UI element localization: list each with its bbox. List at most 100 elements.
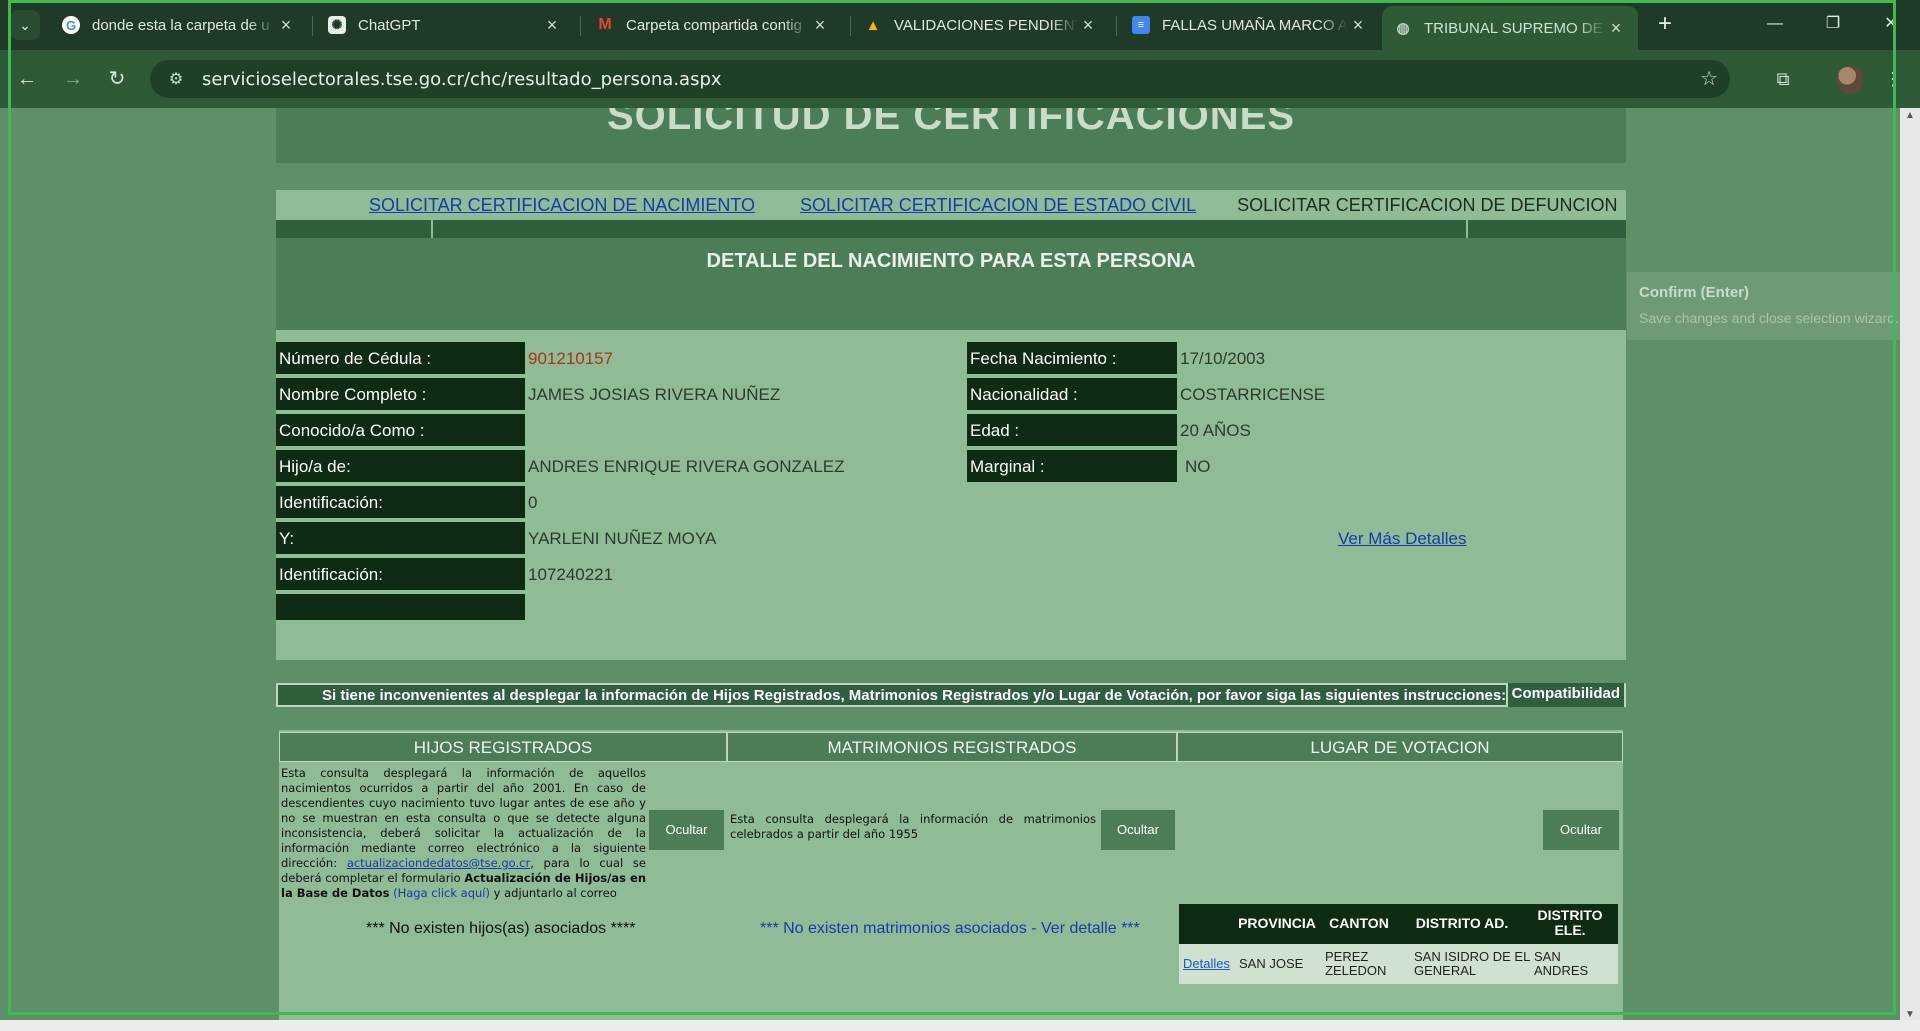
value-nombre: JAMES JOSIAS RIVERA NUÑEZ (528, 385, 781, 404)
col-distrito-ad: DISTRITO AD. (1415, 915, 1509, 931)
detail-title: DETALLE DEL NACIMIENTO PARA ESTA PERSONA (706, 250, 1196, 272)
click-here-link[interactable]: (Haga click aquí) (393, 886, 490, 900)
ver-mas-detalles-link[interactable]: Ver Más Detalles (1338, 529, 1467, 549)
close-icon[interactable]: × (1078, 15, 1098, 36)
value-marginal: NO (1185, 457, 1211, 476)
tab-separator (1116, 16, 1117, 36)
page-title: SOLICITUD DE CERTIFICACIONES (606, 108, 1296, 138)
plus-icon: + (1657, 10, 1672, 37)
tab-docs[interactable]: ≡ FALLAS UMAÑA MARCO A × (1120, 6, 1380, 44)
ocultar-hijos-button[interactable]: Ocultar (649, 810, 724, 850)
label-edad: Edad : (967, 414, 1177, 446)
tab-tribunal-active[interactable]: ◍ TRIBUNAL SUPREMO DE E × (1382, 6, 1638, 50)
docs-icon: ≡ (1132, 16, 1150, 34)
reload-button[interactable]: ↻ (102, 64, 132, 94)
star-icon[interactable]: ☆ (1700, 66, 1718, 91)
compatibility-bar: Si tiene inconvenientes al desplegar la … (276, 683, 1626, 707)
chatgpt-icon: ✺ (328, 16, 346, 34)
cell-distrito-ele: SAN ANDRES (1534, 949, 1589, 978)
tab-title: donde esta la carpeta de u (92, 16, 270, 34)
hijos-text-3: y adjuntarlo al correo (493, 886, 617, 900)
cell-provincia: SAN JOSE (1239, 956, 1304, 971)
close-icon[interactable]: × (542, 15, 562, 36)
url-text[interactable]: servicioselectorales.tse.go.cr/chc/resul… (202, 69, 722, 90)
label-nombre: Nombre Completo : (276, 378, 525, 410)
address-bar[interactable]: ⚙ servicioselectorales.tse.go.cr/chc/res… (150, 60, 1730, 98)
close-icon: ✕ (1884, 15, 1898, 32)
label-marginal: Marginal : (967, 450, 1177, 482)
col-distrito-ele: DISTRITO ELE. (1537, 907, 1603, 938)
col-provincia: PROVINCIA (1238, 915, 1316, 931)
link-defuncion: SOLICITAR CERTIFICACION DE DEFUNCION (1237, 194, 1618, 215)
tab-strip: ⌄ G donde esta la carpeta de u × ✺ ChatG… (0, 0, 1920, 50)
votacion-table-header: PROVINCIA CANTON DISTRITO AD. DISTRITO E… (1179, 904, 1618, 944)
close-icon[interactable]: × (1606, 18, 1626, 39)
cell-canton: PEREZ ZELEDON (1325, 949, 1387, 978)
no-hijos-text: *** No existen hijos(as) asociados **** (366, 920, 636, 937)
value-nacionalidad: COSTARRICENSE (1180, 385, 1326, 404)
tab-title: VALIDACIONES PENDIENTE (894, 16, 1078, 34)
link-estado-civil[interactable]: SOLICITAR CERTIFICACION DE ESTADO CIVIL (800, 195, 1196, 216)
close-icon[interactable]: × (1348, 15, 1368, 36)
label-identificacion-padre: Identificación: (276, 486, 525, 518)
google-icon: G (62, 16, 80, 34)
menu-icon[interactable]: ⋮ (1880, 66, 1906, 92)
tab-gmail[interactable]: M Carpeta compartida contig × (584, 6, 842, 44)
confirm-tooltip: Confirm (Enter) Save changes and close s… (1627, 272, 1910, 340)
tab-title: ChatGPT (358, 16, 421, 34)
detalles-link[interactable]: Detalles (1183, 956, 1230, 971)
value-identificacion-padre: 0 (528, 493, 538, 512)
back-button[interactable]: ← (12, 64, 42, 94)
tab-google[interactable]: G donde esta la carpeta de u × (50, 6, 308, 44)
browser-chrome: ⌄ G donde esta la carpeta de u × ✺ ChatG… (0, 0, 1920, 108)
no-matrimonios-text[interactable]: *** No existen matrimonios asociados - V… (760, 920, 1140, 938)
divider (1466, 220, 1468, 238)
value-madre: YARLENI NUÑEZ MOYA (528, 529, 717, 548)
drive-icon: ▲ (865, 16, 881, 34)
tab-drive[interactable]: ▲ VALIDACIONES PENDIENTE × (852, 6, 1110, 44)
avatar[interactable] (1836, 66, 1864, 94)
tab-separator (312, 16, 313, 36)
page-banner: SOLICITUD DE CERTIFICACIONES (276, 108, 1626, 163)
new-tab-button[interactable]: + (1650, 10, 1680, 40)
divider-bar (276, 220, 1626, 238)
link-nacimiento[interactable]: SOLICITAR CERTIFICACION DE NACIMIENTO (369, 195, 755, 216)
value-cedula: 901210157 (528, 349, 614, 368)
col-canton: CANTON (1329, 915, 1389, 931)
gmail-icon: M (598, 16, 612, 33)
tooltip-title: Confirm (Enter) (1639, 284, 1749, 301)
tab-title: Carpeta compartida contig (626, 16, 802, 34)
matrimonios-header: MATRIMONIOS REGISTRADOS (727, 732, 1177, 762)
site-info-icon[interactable]: ⚙ (164, 67, 188, 91)
detail-header: DETALLE DEL NACIMIENTO PARA ESTA PERSONA (276, 238, 1626, 330)
tab-search-button[interactable]: ⌄ (10, 10, 40, 40)
compatibility-button[interactable]: Compatibilidad (1505, 683, 1624, 707)
value-edad: 20 AÑOS (1180, 421, 1251, 440)
label-fecha-nacimiento: Fecha Nacimiento : (967, 342, 1177, 374)
tab-chatgpt[interactable]: ✺ ChatGPT × (316, 6, 574, 44)
ocultar-matrimonios-button[interactable]: Ocultar (1101, 810, 1175, 850)
restore-button[interactable]: ❐ (1808, 8, 1858, 40)
scroll-up-icon[interactable]: ▲ (1900, 108, 1920, 124)
label-nacionalidad: Nacionalidad : (967, 378, 1177, 410)
tab-separator (580, 16, 581, 36)
label-conocido: Conocido/a Como : (276, 414, 525, 446)
forward-button[interactable]: → (58, 64, 88, 94)
value-padre: ANDRES ENRIQUE RIVERA GONZALEZ (528, 457, 845, 476)
close-window-button[interactable]: ✕ (1866, 8, 1916, 40)
tab-title: FALLAS UMAÑA MARCO A (1162, 16, 1348, 34)
value-identificacion-madre: 107240221 (528, 565, 614, 584)
ocultar-votacion-button[interactable]: Ocultar (1543, 810, 1619, 850)
certificate-nav: SOLICITAR CERTIFICACION DE NACIMIENTO SO… (276, 190, 1626, 220)
extensions-icon[interactable]: ⧉ (1770, 66, 1796, 92)
close-icon[interactable]: × (276, 15, 296, 36)
value-conocido (525, 414, 531, 446)
divider (431, 220, 433, 238)
tab-title: TRIBUNAL SUPREMO DE E (1424, 19, 1606, 37)
taskbar-strip (0, 1020, 1920, 1031)
page-scrollbar[interactable]: ▲ ▼ (1900, 108, 1920, 1023)
email-link[interactable]: actualizaciondedatos@tse.go.cr (347, 856, 530, 870)
arrow-left-icon: ← (17, 68, 37, 90)
close-icon[interactable]: × (810, 15, 830, 36)
minimize-button[interactable]: — (1750, 8, 1800, 40)
